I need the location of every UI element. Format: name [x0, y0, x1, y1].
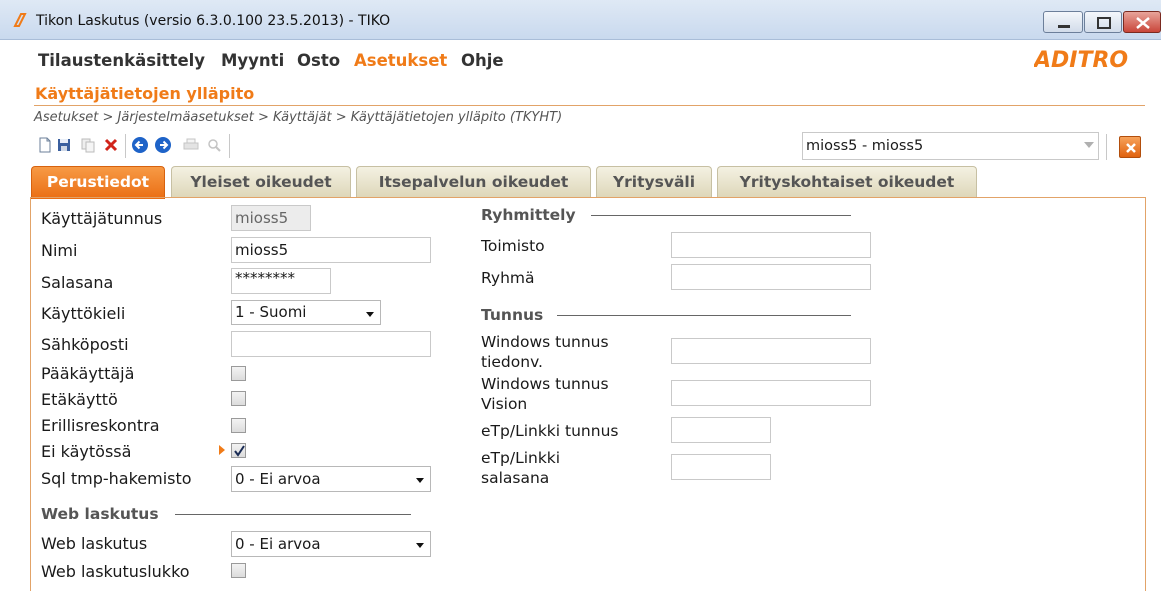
section-title-web-laskutus: Web laskutus: [41, 505, 159, 523]
title-divider: [34, 105, 1145, 106]
back-icon[interactable]: [131, 136, 149, 154]
toimisto-label: Toimisto: [481, 237, 545, 255]
focus-arrow-icon: [219, 445, 225, 455]
ei-kaytossa-label: Ei käytössä: [41, 442, 132, 461]
chevron-down-icon: [416, 478, 424, 483]
section-title-ryhmittely: Ryhmittely: [481, 206, 576, 224]
menu-item-ohje[interactable]: Ohje: [461, 51, 504, 70]
close-icon: [1126, 143, 1136, 153]
chevron-down-icon: [416, 543, 424, 548]
toolbar-separator: [229, 134, 230, 158]
ei-kaytossa-checkbox[interactable]: [231, 443, 246, 458]
user-selector[interactable]: mioss5 - mioss5: [802, 132, 1099, 160]
ryhma-field[interactable]: [671, 264, 871, 290]
etp-tunnus-field[interactable]: [671, 417, 771, 443]
checkmark-icon: [234, 445, 245, 457]
app-icon: [12, 12, 28, 28]
tab-perustiedot[interactable]: Perustiedot: [31, 166, 165, 199]
tab-content-panel: [30, 197, 1146, 591]
window-title-bar: Tikon Laskutus (versio 6.3.0.100 23.5.20…: [0, 0, 1161, 40]
win-tiedonv-field[interactable]: [671, 338, 871, 364]
web-laskutus-label: Web laskutus: [41, 534, 148, 553]
toolbar-separator: [1106, 134, 1107, 160]
save-icon[interactable]: [55, 136, 73, 154]
web-laskutuslukko-label: Web laskutuslukko: [41, 562, 190, 581]
menu-item-myynti[interactable]: Myynti: [221, 51, 284, 70]
salasana-field[interactable]: ********: [231, 268, 331, 294]
paakayttaja-label: Pääkäyttäjä: [41, 364, 135, 383]
kayttokieli-value: 1 - Suomi: [235, 303, 307, 321]
win-vision-label-line2: Vision: [481, 395, 528, 413]
nimi-label: Nimi: [41, 241, 78, 260]
chevron-down-icon: [366, 312, 374, 317]
maximize-button[interactable]: [1084, 11, 1122, 33]
forward-icon[interactable]: [154, 136, 172, 154]
menu-item-asetukset[interactable]: Asetukset: [354, 51, 447, 70]
delete-icon[interactable]: [102, 136, 120, 154]
erillisreskontra-label: Erillisreskontra: [41, 416, 160, 435]
kayttajatunnus-field: mioss5: [231, 205, 311, 231]
sahkoposti-field[interactable]: [231, 331, 431, 357]
kayttajatunnus-label: Käyttäjätunnus: [41, 209, 163, 228]
new-document-icon[interactable]: [36, 136, 54, 154]
chevron-down-icon: [1084, 142, 1094, 148]
salasana-label: Salasana: [41, 273, 114, 292]
print-icon[interactable]: [182, 136, 200, 154]
erillisreskontra-checkbox[interactable]: [231, 418, 246, 433]
win-vision-label-line1: Windows tunnus: [481, 375, 609, 393]
sql-tmp-value: 0 - Ei arvoa: [235, 470, 321, 488]
web-laskutus-select[interactable]: 0 - Ei arvoa: [231, 531, 431, 557]
copy-icon[interactable]: [79, 136, 97, 154]
section-title-tunnus: Tunnus: [481, 306, 544, 324]
section-divider: [591, 215, 851, 216]
search-icon[interactable]: [205, 136, 223, 154]
page-title: Käyttäjätietojen ylläpito: [35, 84, 255, 103]
minimize-button[interactable]: [1043, 11, 1083, 33]
etp-salasana-label-line1: eTp/Linkki: [481, 449, 561, 467]
etakaytto-label: Etäkäyttö: [41, 390, 118, 409]
kayttokieli-label: Käyttökieli: [41, 304, 126, 323]
breadcrumb: Asetukset > Järjestelmäasetukset > Käytt…: [34, 110, 563, 125]
toimisto-field[interactable]: [671, 232, 871, 258]
section-divider: [557, 315, 851, 316]
win-vision-field[interactable]: [671, 380, 871, 406]
tab-itsepalvelun-oikeudet[interactable]: Itsepalvelun oikeudet: [356, 166, 591, 198]
paakayttaja-checkbox[interactable]: [231, 366, 246, 381]
sql-tmp-label: Sql tmp-hakemisto: [41, 469, 192, 488]
close-window-button[interactable]: [1123, 11, 1161, 33]
ryhma-label: Ryhmä: [481, 269, 535, 287]
etp-salasana-field[interactable]: [671, 454, 771, 480]
aditro-logo: ADITRO: [1034, 48, 1128, 71]
menu-item-osto[interactable]: Osto: [297, 51, 340, 70]
etp-salasana-label-line2: salasana: [481, 469, 550, 487]
tab-yleiset-oikeudet[interactable]: Yleiset oikeudet: [171, 166, 351, 198]
logo-text: ADITRO: [1034, 48, 1128, 71]
window-title: Tikon Laskutus (versio 6.3.0.100 23.5.20…: [36, 13, 391, 29]
section-divider: [175, 514, 411, 515]
tab-yrityskohtaiset-oikeudet[interactable]: Yrityskohtaiset oikeudet: [717, 166, 977, 198]
kayttokieli-select[interactable]: 1 - Suomi: [231, 300, 381, 325]
nimi-field[interactable]: mioss5: [231, 237, 431, 263]
web-laskutuslukko-checkbox[interactable]: [231, 563, 246, 578]
web-laskutus-value: 0 - Ei arvoa: [235, 535, 321, 553]
etakaytto-checkbox[interactable]: [231, 391, 246, 406]
close-view-button[interactable]: [1119, 136, 1141, 158]
tab-yritysvali[interactable]: Yritysväli: [596, 166, 712, 198]
menu-item-tilaustenkasittely[interactable]: Tilaustenkäsittely: [38, 51, 205, 70]
etp-tunnus-label: eTp/Linkki tunnus: [481, 422, 619, 440]
win-tiedonv-label-line2: tiedonv.: [481, 353, 543, 371]
win-tiedonv-label-line1: Windows tunnus: [481, 333, 609, 351]
user-selector-value: mioss5 - mioss5: [806, 138, 924, 154]
toolbar-separator: [125, 134, 126, 158]
sahkoposti-label: Sähköposti: [41, 335, 129, 354]
sql-tmp-select[interactable]: 0 - Ei arvoa: [231, 466, 431, 492]
